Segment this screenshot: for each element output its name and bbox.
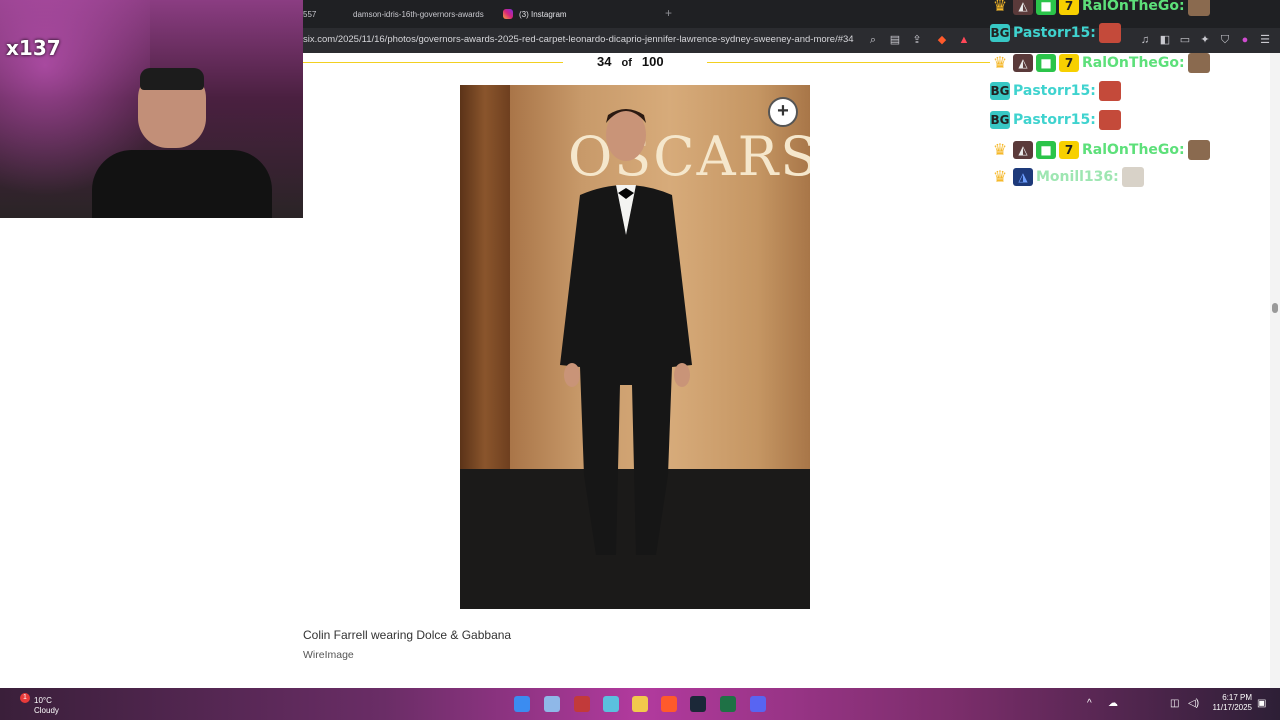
crown-icon: ♛ (992, 167, 1008, 186)
weather-temp: 10°C (34, 696, 52, 705)
current-index: 34 (597, 54, 612, 69)
chat-message: ♛ ◮ Monill136: (990, 166, 1144, 188)
network-icon[interactable]: ◫ (1170, 698, 1179, 709)
streamer-body (92, 150, 272, 218)
clock-time: 6:17 PM (1222, 693, 1252, 702)
system-clock[interactable]: 6:17 PM 11/17/2025 (1206, 693, 1252, 713)
brave-shield-icon[interactable]: ◆ (936, 34, 948, 46)
photo-credit: WireImage (303, 649, 354, 661)
divider-left (303, 62, 563, 63)
gallery-photo[interactable]: OSCARS + (460, 85, 810, 609)
profile-icon[interactable]: ● (1239, 34, 1251, 46)
divider-right (707, 62, 990, 63)
chat-username: Pastorr15: (1013, 25, 1096, 41)
gallery-counter: 34 of 100 (597, 54, 664, 69)
chat-username: RalOnTheGo: (1082, 55, 1185, 71)
notification-badge: 1 (20, 693, 30, 703)
tab-label: (3) Instagram (519, 9, 567, 19)
chat-message: ♛ ◭ ■ 7 RalOnTheGo: (990, 0, 1210, 17)
crown-icon: ♛ (992, 140, 1008, 159)
tab-governors-awards[interactable]: damson-idris-16th-governors-awards (353, 4, 493, 24)
webcam-overlay: x137 (0, 0, 303, 218)
new-tab-button[interactable]: + (665, 6, 672, 20)
total-count: 100 (641, 54, 664, 69)
share-icon[interactable]: ⇪ (911, 34, 923, 46)
tab-1[interactable]: 557 (303, 4, 343, 24)
volume-icon[interactable]: ◁) (1188, 698, 1199, 709)
chat-message: ♛ ◭ ■ 7 RalOnTheGo: (990, 139, 1210, 161)
photo-caption: Colin Farrell wearing Dolce & Gabbana (303, 628, 512, 642)
url-text[interactable]: six.com/2025/11/16/photos/governors-awar… (303, 34, 859, 45)
of-label: of (621, 57, 632, 69)
bg-badge-icon: BG (990, 24, 1010, 42)
green-badge-icon: ■ (1036, 0, 1056, 15)
chat-username: Pastorr15: (1013, 83, 1096, 99)
chat-message: ♛ ◭ ■ 7 RalOnTheGo: (990, 52, 1210, 74)
chat-username: RalOnTheGo: (1082, 0, 1185, 14)
discord-icon[interactable] (750, 696, 766, 712)
file-explorer-icon[interactable] (632, 696, 648, 712)
tab-label: 557 (303, 9, 317, 19)
page-scrollbar[interactable] (1270, 53, 1280, 688)
emote-icon (1187, 53, 1210, 73)
instagram-icon (503, 9, 513, 19)
tab-instagram[interactable]: (3) Instagram (503, 4, 643, 24)
emote-icon (1187, 140, 1210, 160)
reader-icon[interactable]: ▤ (889, 34, 901, 46)
crown-icon: ♛ (992, 53, 1008, 72)
bg-badge-icon: BG (990, 111, 1010, 129)
bg-badge-icon: BG (990, 82, 1010, 100)
tray-overflow-icon[interactable]: ^ (1087, 698, 1092, 709)
scrollbar-thumb[interactable] (1272, 303, 1278, 313)
clock-date: 11/17/2025 (1212, 703, 1252, 712)
chat-username: Monill136: (1036, 169, 1119, 185)
person-figure (560, 109, 692, 555)
emote-icon (1098, 23, 1121, 43)
notification-center-icon[interactable]: ▣ (1257, 698, 1266, 709)
chat-message: BG Pastorr15: (990, 22, 1121, 44)
stream-counter-badge: x137 (6, 36, 61, 60)
chat-message: BG Pastorr15: (990, 80, 1121, 102)
copilot-icon[interactable] (603, 696, 619, 712)
green-badge-icon: ■ (1036, 54, 1056, 72)
task-view-icon[interactable] (544, 696, 560, 712)
emote-icon (1187, 0, 1210, 16)
emote-icon (1121, 167, 1144, 187)
ghost-badge-icon: ◭ (1013, 141, 1033, 159)
brave-rewards-icon[interactable]: ▲ (958, 34, 970, 46)
onedrive-icon[interactable]: ☁ (1108, 698, 1118, 709)
shark-badge-icon: ◮ (1013, 168, 1033, 186)
start-icon[interactable] (514, 696, 530, 712)
steam-icon[interactable] (690, 696, 706, 712)
seven-badge-icon: 7 (1059, 54, 1079, 72)
zoom-icon[interactable]: ⌕ (867, 34, 879, 46)
crown-icon: ♛ (992, 0, 1008, 15)
chat-overlay: ♛ ◭ ■ 7 RalOnTheGo: BG Pastorr15: ♛ ◭ ■ … (990, 0, 1230, 200)
tab-label: damson-idris-16th-governors-awards (353, 9, 484, 19)
streamer-headband (140, 68, 204, 90)
brave-browser-icon[interactable] (661, 696, 677, 712)
seven-badge-icon: 7 (1059, 141, 1079, 159)
weather-desc: Cloudy (34, 706, 59, 715)
chat-message: BG Pastorr15: (990, 109, 1121, 131)
chat-username: Pastorr15: (1013, 112, 1096, 128)
screen: 557 damson-idris-16th-governors-awards (… (0, 0, 1280, 720)
ghost-badge-icon: ◭ (1013, 54, 1033, 72)
emote-icon (1098, 110, 1121, 130)
chat-username: RalOnTheGo: (1082, 142, 1185, 158)
green-badge-icon: ■ (1036, 141, 1056, 159)
excel-icon[interactable] (720, 696, 736, 712)
ghost-badge-icon: ◭ (1013, 0, 1033, 15)
seven-badge-icon: 7 (1059, 0, 1079, 15)
windows-taskbar: 1 10°C Cloudy ^ ☁ ◫ ◁) 6:17 PM 11/17/202… (0, 688, 1280, 720)
expand-plus-icon[interactable]: + (768, 97, 798, 127)
menu-icon[interactable]: ☰ (1259, 34, 1271, 46)
emote-icon (1098, 81, 1121, 101)
app-icon[interactable] (574, 696, 590, 712)
